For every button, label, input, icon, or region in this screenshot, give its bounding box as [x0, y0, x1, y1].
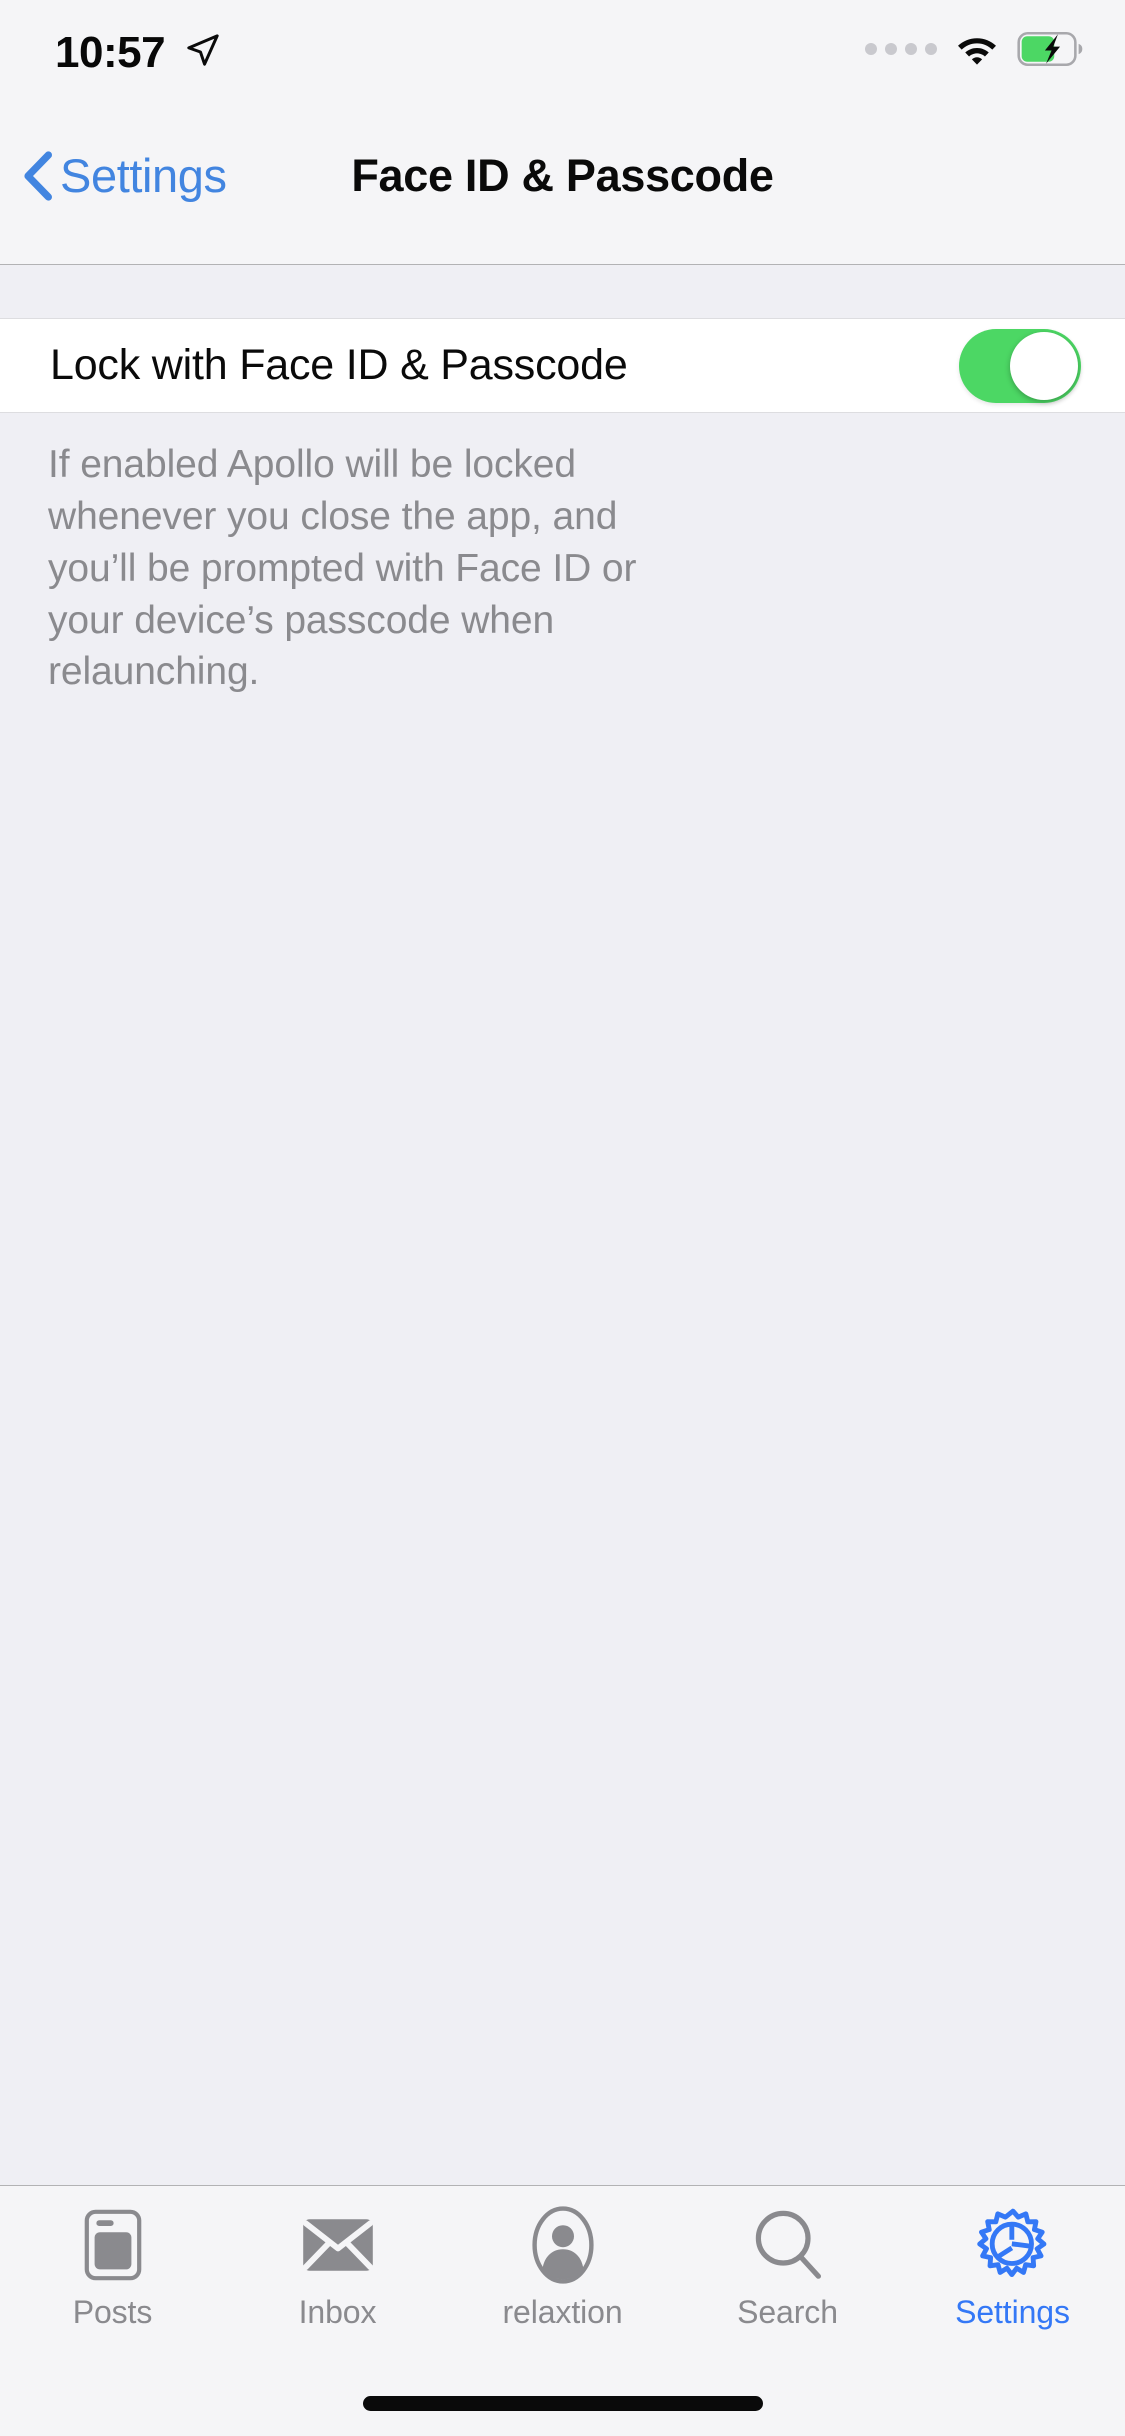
- signal-dot: [925, 43, 937, 55]
- person-circle-icon: [531, 2206, 594, 2284]
- signal-dot: [885, 43, 897, 55]
- tab-label: Inbox: [298, 2294, 377, 2330]
- envelope-icon: [302, 2208, 374, 2282]
- settings-row-lock-with-face-id[interactable]: Lock with Face ID & Passcode: [0, 318, 1125, 413]
- home-indicator: [362, 2396, 763, 2411]
- tab-bar: Posts Inbox relaxtion Search Settings: [0, 2185, 1125, 2436]
- toggle-knob: [1010, 331, 1078, 400]
- tab-settings[interactable]: Settings: [900, 2208, 1125, 2331]
- tab-list: Posts Inbox relaxtion Search Settings: [0, 2186, 1125, 2331]
- status-indicators: [865, 28, 1083, 70]
- settings-content: Lock with Face ID & Passcode If enabled …: [0, 266, 1125, 2185]
- location-arrow-icon: [187, 34, 219, 66]
- cellular-dots-icon: [865, 43, 937, 55]
- signal-dot: [865, 43, 877, 55]
- phone-screen: 10:57 Settings Face ID & Passcode Lock w…: [0, 0, 1125, 2436]
- tab-relaxtion[interactable]: relaxtion: [450, 2206, 675, 2331]
- battery-charging-icon: [1017, 32, 1083, 66]
- tab-label: Search: [737, 2294, 838, 2330]
- tab-label: Settings: [955, 2294, 1070, 2330]
- signal-dot: [905, 43, 917, 55]
- status-bar: 10:57: [0, 0, 1125, 98]
- wifi-icon: [958, 38, 996, 65]
- tab-search[interactable]: Search: [675, 2208, 900, 2331]
- navigation-bar: Settings Face ID & Passcode: [0, 98, 1125, 265]
- tab-label: relaxtion: [502, 2294, 623, 2330]
- magnifier-icon: [754, 2208, 822, 2282]
- tab-inbox[interactable]: Inbox: [225, 2208, 450, 2331]
- status-time: 10:57: [55, 28, 166, 77]
- gear-icon: [976, 2208, 1050, 2282]
- page-title: Face ID & Passcode: [351, 150, 774, 201]
- lock-with-face-id-toggle[interactable]: [959, 328, 1081, 403]
- settings-row-label: Lock with Face ID & Passcode: [50, 341, 628, 389]
- posts-card-icon: [84, 2208, 142, 2282]
- tab-label: Posts: [72, 2294, 153, 2330]
- section-footer-note: If enabled Apollo will be locked wheneve…: [48, 443, 637, 694]
- tab-posts[interactable]: Posts: [0, 2208, 225, 2331]
